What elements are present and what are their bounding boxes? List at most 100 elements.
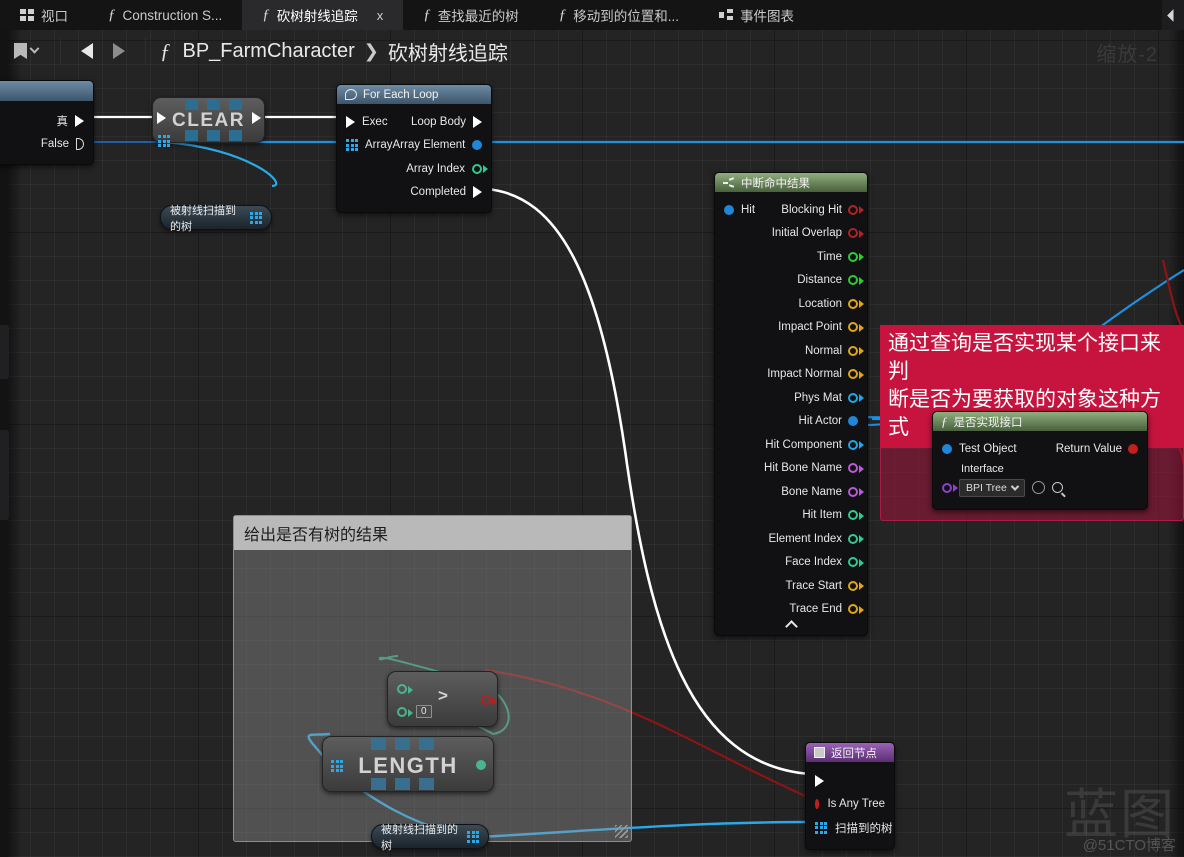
impact-point-pin[interactable] (848, 322, 858, 333)
break-out-row[interactable]: Hit Component (715, 433, 867, 457)
exec-pin-true[interactable] (75, 114, 84, 127)
break-out-row[interactable]: Distance (715, 269, 867, 293)
hit-in-pin[interactable] (724, 204, 734, 215)
break-out-row[interactable]: Impact Point (715, 316, 867, 340)
chevron-up-icon[interactable] (715, 620, 867, 633)
return-exec-row[interactable] (806, 769, 894, 793)
bone-name-pin[interactable] (848, 486, 858, 497)
break-out-row[interactable]: Time (715, 245, 867, 269)
tab-chop-tree-line-trace[interactable]: ƒ 砍树射线追踪 x (242, 0, 404, 30)
face-index-pin[interactable] (848, 557, 858, 568)
break-hit-result-node[interactable]: 中断命中结果 Hit Blocking Hit Initial Overlap (714, 172, 868, 636)
branch-false-row[interactable]: on False (0, 133, 93, 157)
tab-viewport[interactable]: 视口 (0, 0, 88, 30)
return-scanned-trees-row[interactable]: 扫描到的树 (806, 816, 894, 840)
break-out-row[interactable]: Impact Normal (715, 363, 867, 387)
does-implement-interface-node[interactable]: ƒ 是否实现接口 Test Object Return Value Interf… (932, 411, 1148, 510)
interface-io-row[interactable]: Test Object Return Value (933, 437, 1147, 461)
tab-event-graph[interactable]: 事件图表 (699, 0, 814, 30)
greater-input-b-pin[interactable] (397, 707, 407, 717)
break-out-row[interactable]: Bone Name (715, 480, 867, 504)
interface-field-row[interactable]: BPI Tree (933, 475, 1147, 497)
tab-overflow-button[interactable] (1162, 0, 1184, 30)
break-out-row[interactable]: Hit Item (715, 504, 867, 528)
tab-find-nearest-tree[interactable]: ƒ 查找最近的树 (403, 0, 539, 30)
return-isanytree-row[interactable]: Is Any Tree (806, 793, 894, 817)
bookmark-button[interactable] (14, 43, 50, 59)
element-index-pin[interactable] (848, 533, 858, 544)
resize-handle[interactable] (615, 825, 628, 838)
exec-in-pin[interactable] (346, 115, 355, 128)
array-index-pin[interactable] (472, 163, 482, 174)
length-array-in-pin[interactable] (331, 760, 343, 772)
var-array-out[interactable] (467, 830, 479, 843)
blocking-hit-pin[interactable] (848, 204, 858, 215)
return-value-pin[interactable] (1128, 443, 1138, 454)
close-icon[interactable]: x (377, 8, 384, 23)
var-pill-scanned-trees-bottom[interactable]: 被射线扫描到的树 (371, 824, 489, 852)
blueprint-graph-canvas[interactable]: 给出是否有树的结果 通过查询是否实现某个接口来判 断是否为要获取的对象这种方式 … (0, 30, 1184, 857)
location-pin[interactable] (848, 298, 858, 309)
scanned-trees-array-pin[interactable] (815, 821, 827, 834)
foreach-index-row[interactable]: Array Index (337, 157, 491, 181)
break-out-row[interactable]: Normal (715, 339, 867, 363)
loop-body-pin[interactable] (473, 115, 482, 128)
hit-component-pin[interactable] (848, 439, 858, 450)
break-out-row[interactable]: Hit Bone Name (715, 457, 867, 481)
initial-overlap-pin[interactable] (848, 228, 858, 239)
breadcrumb-current[interactable]: 砍树射线追踪 (388, 37, 508, 66)
back-button[interactable] (71, 43, 103, 59)
break-out-row[interactable]: Location (715, 292, 867, 316)
breadcrumb-root[interactable]: BP_FarmCharacter (183, 40, 355, 63)
break-out-row[interactable]: Initial Overlap (715, 222, 867, 246)
array-element-pin[interactable] (472, 140, 483, 151)
break-out-row[interactable]: Element Index (715, 527, 867, 551)
clear-array-in[interactable] (158, 135, 170, 147)
hit-bone-name-pin[interactable] (848, 463, 858, 474)
forward-button[interactable] (103, 43, 135, 59)
hit-row[interactable]: Hit Blocking Hit (715, 198, 867, 222)
normal-pin[interactable] (848, 345, 858, 356)
break-out-row[interactable]: Trace Start (715, 574, 867, 598)
greater-input-a-pin[interactable] (397, 684, 407, 694)
clear-exec-out[interactable] (252, 112, 261, 124)
var-pill-scanned-trees-top[interactable]: 被射线扫描到的树 (160, 205, 272, 233)
array-length-node[interactable]: LENGTH (322, 736, 494, 792)
for-each-loop-node[interactable]: For Each Loop Exec Loop Body Array Array… (336, 84, 492, 213)
branch-node[interactable]: 真 on False (0, 80, 94, 165)
interface-dropdown[interactable]: BPI Tree (959, 478, 1025, 497)
clear-exec-in[interactable] (157, 112, 166, 124)
trace-start-pin[interactable] (848, 580, 858, 591)
completed-pin[interactable] (473, 186, 482, 199)
tab-construction-script[interactable]: ƒ Construction S... (88, 0, 242, 30)
break-out-row[interactable]: Phys Mat (715, 386, 867, 410)
foreach-completed-row[interactable]: Completed (337, 181, 491, 205)
hit-item-pin[interactable] (848, 510, 858, 521)
exec-pin-false[interactable] (76, 138, 84, 151)
is-any-tree-pin[interactable] (815, 799, 820, 810)
branch-true-row[interactable]: 真 (0, 109, 93, 133)
return-node[interactable]: 返回节点 Is Any Tree 扫描到的树 (805, 742, 895, 850)
var-array-out[interactable] (250, 211, 262, 224)
search-icon[interactable] (1051, 482, 1063, 493)
tab-move-to-location[interactable]: ƒ 移动到的位置和... (539, 0, 699, 30)
test-object-pin[interactable] (942, 443, 952, 454)
interface-pin[interactable] (942, 482, 952, 493)
foreach-exec-row[interactable]: Exec Loop Body (337, 110, 491, 134)
time-pin[interactable] (848, 251, 858, 262)
foreach-array-row[interactable]: Array Array Element (337, 134, 491, 158)
break-out-row[interactable]: Face Index (715, 551, 867, 575)
trace-end-pin[interactable] (848, 604, 858, 615)
hit-actor-pin[interactable] (848, 416, 858, 427)
break-out-row[interactable]: Hit Actor (715, 410, 867, 434)
browse-back-icon[interactable] (1031, 481, 1045, 494)
greater-output-pin[interactable] (481, 695, 491, 705)
array-in-pin[interactable] (346, 139, 358, 152)
greater-default-value[interactable]: 0 (416, 705, 432, 718)
phys-mat-pin[interactable] (848, 392, 858, 403)
distance-pin[interactable] (848, 275, 858, 286)
length-output-pin[interactable] (476, 760, 486, 770)
impact-normal-pin[interactable] (848, 369, 858, 380)
break-out-row[interactable]: Trace End (715, 598, 867, 622)
clear-array-node[interactable]: CLEAR (152, 97, 265, 147)
